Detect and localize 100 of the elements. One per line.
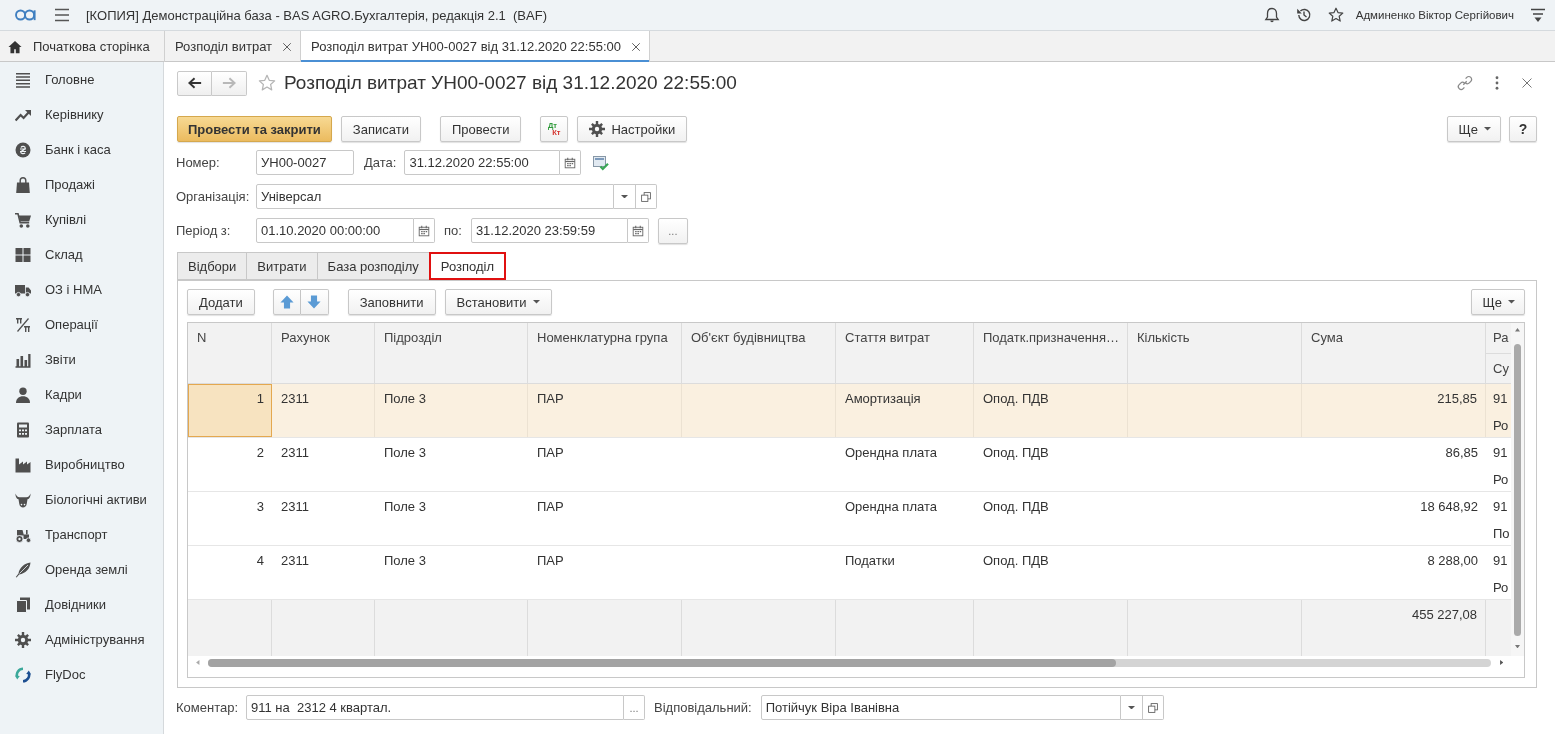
arrow-left-icon — [187, 76, 202, 90]
number-field[interactable]: УН00-0027 — [256, 150, 354, 175]
sidebar-item[interactable]: ОЗ і НМА — [0, 272, 163, 307]
sidebar-item[interactable]: Звіти — [0, 342, 163, 377]
menu-icon[interactable] — [1530, 7, 1546, 23]
horizontal-scrollbar[interactable] — [207, 658, 1491, 667]
sidebar-item[interactable]: Склад — [0, 237, 163, 272]
select-button[interactable]: ... — [624, 695, 645, 720]
field-label: Дата: — [364, 155, 397, 170]
responsible-field[interactable]: Потійчук Віра Іванівна — [760, 695, 1121, 720]
more-icon[interactable] — [1495, 76, 1499, 90]
back-button[interactable] — [177, 70, 212, 96]
sidebar-item[interactable]: Кадри — [0, 377, 163, 412]
sidebar-item[interactable]: Купівлі — [0, 202, 163, 237]
dropdown-button[interactable] — [1120, 695, 1143, 720]
tab[interactable]: База розподілу — [316, 252, 429, 280]
column-header[interactable]: Сума — [1302, 323, 1486, 383]
scrollbar-thumb[interactable] — [207, 658, 1116, 667]
period-start-field[interactable]: 01.10.2020 00:00:00 — [256, 218, 414, 243]
toolbar-button[interactable]: Записати — [340, 116, 421, 142]
bell-icon[interactable] — [1263, 7, 1280, 23]
sidebar-item[interactable]: Оренда землі — [0, 552, 163, 587]
table-cell: ПАР — [528, 384, 682, 437]
period-end-field[interactable]: 31.12.2020 23:59:59 — [470, 218, 628, 243]
settings-button[interactable]: Настройки — [577, 116, 688, 142]
dropdown-button[interactable] — [614, 184, 636, 209]
table-cell: Опод. ПДВ — [974, 384, 1128, 437]
feather-icon — [15, 561, 31, 578]
post-and-close-button[interactable]: Провести та закрити — [177, 116, 332, 142]
star-icon[interactable] — [1327, 7, 1344, 23]
open-button[interactable] — [636, 184, 657, 209]
sidebar-item[interactable]: Виробництво — [0, 447, 163, 482]
tab[interactable]: Розподіл — [428, 252, 507, 280]
table-cell-text: Поле 3 — [383, 552, 427, 570]
date-field[interactable]: 31.12.2020 22:55:00 — [404, 150, 561, 175]
column-header[interactable]: Рахунок — [272, 323, 375, 383]
table-row[interactable]: 1 2311 Поле 3 ПАР Амортизація Опод. ПДВ 215,85 91 Ро — [188, 384, 1511, 438]
table-cell-text: 4 — [255, 552, 265, 570]
table-cell-text: 91 — [1492, 552, 1509, 568]
sidebar-item[interactable]: Довідники — [0, 587, 163, 622]
column-header[interactable]: Кількість — [1128, 323, 1302, 383]
table-cell-text: Поле 3 — [383, 498, 427, 516]
coin-icon — [15, 141, 31, 158]
move-down-button[interactable] — [300, 289, 329, 315]
sidebar-item[interactable]: Головне — [0, 62, 163, 97]
move-up-button[interactable] — [272, 289, 301, 315]
calendar-button[interactable] — [560, 150, 582, 175]
tab[interactable]: Витрати — [246, 252, 317, 280]
link-icon[interactable] — [1457, 75, 1473, 91]
column-header[interactable]: Об'єкт будівництва — [682, 323, 836, 383]
sidebar-item[interactable]: Адміністрування — [0, 622, 163, 657]
sidebar-item[interactable]: Зарплата — [0, 412, 163, 447]
toolbar-button[interactable]: Додати — [187, 289, 255, 315]
calendar-button[interactable] — [627, 218, 649, 243]
sidebar-item[interactable]: Керівнику — [0, 97, 163, 132]
column-header[interactable]: Номенклатурна група — [528, 323, 682, 383]
close-icon[interactable] — [630, 41, 641, 52]
column-header[interactable]: Стаття витрат — [836, 323, 974, 383]
column-header[interactable]: N — [188, 323, 272, 383]
toolbar-button[interactable]: Заповнити — [347, 289, 436, 315]
comment-field[interactable]: 911 на 2312 4 квартал. — [246, 695, 624, 720]
help-button[interactable]: ? — [1509, 116, 1537, 142]
sidebar-item[interactable]: Біологічні активи — [0, 482, 163, 517]
toolbar-button[interactable]: Провести — [439, 116, 522, 142]
user-name[interactable]: Админенко Віктор Сергійович — [1355, 9, 1514, 21]
table-cell-text: 18 648,92 — [1419, 498, 1479, 516]
logo-icon — [15, 9, 36, 21]
arrow-right-icon — [222, 76, 236, 90]
table-cell-text: ПАР — [536, 498, 565, 516]
history-icon[interactable] — [1295, 7, 1312, 23]
sidebar-item[interactable]: FlyDoc — [0, 657, 163, 692]
column-header[interactable]: Ра — [1486, 323, 1511, 353]
close-icon[interactable] — [1521, 77, 1533, 89]
column-header[interactable]: Податк.призначення… — [974, 323, 1128, 383]
table-cell-text: Опод. ПДВ — [982, 498, 1050, 516]
calendar-button[interactable] — [414, 218, 435, 243]
scrollbar-thumb[interactable] — [1514, 343, 1521, 636]
period-select-button[interactable]: ... — [657, 217, 688, 244]
sidebar-item[interactable]: Транспорт — [0, 517, 163, 552]
sidebar-item[interactable]: Банк і каса — [0, 132, 163, 167]
table-cell: Амортизація — [836, 384, 974, 437]
close-icon[interactable] — [282, 41, 293, 52]
menu-icon[interactable] — [54, 7, 70, 23]
more-menu-button[interactable]: Ще — [1470, 289, 1525, 315]
sidebar-item[interactable]: Продажі — [0, 167, 163, 202]
factory-icon — [15, 456, 31, 473]
document-tab[interactable]: Розподіл витрат УН00-0027 від 31.12.2020 22:55:00 — [301, 31, 650, 62]
tab[interactable]: Відбори — [177, 252, 247, 280]
sidebar-item[interactable]: Операції — [0, 307, 163, 342]
dropdown-menu-button[interactable]: Встановити — [444, 289, 552, 315]
settings-icon — [589, 121, 606, 137]
arrow-down-icon — [307, 295, 322, 309]
scroll-right-icon — [1499, 660, 1503, 665]
more-menu-button[interactable]: Ще — [1446, 116, 1501, 142]
column-header[interactable]: Підрозділ — [375, 323, 528, 383]
circular-arrows-icon — [15, 666, 31, 683]
vertical-scrollbar[interactable] — [1511, 323, 1524, 656]
star-icon[interactable] — [258, 74, 276, 92]
organization-field[interactable]: Універсал — [256, 184, 614, 209]
open-button[interactable] — [1142, 695, 1164, 720]
